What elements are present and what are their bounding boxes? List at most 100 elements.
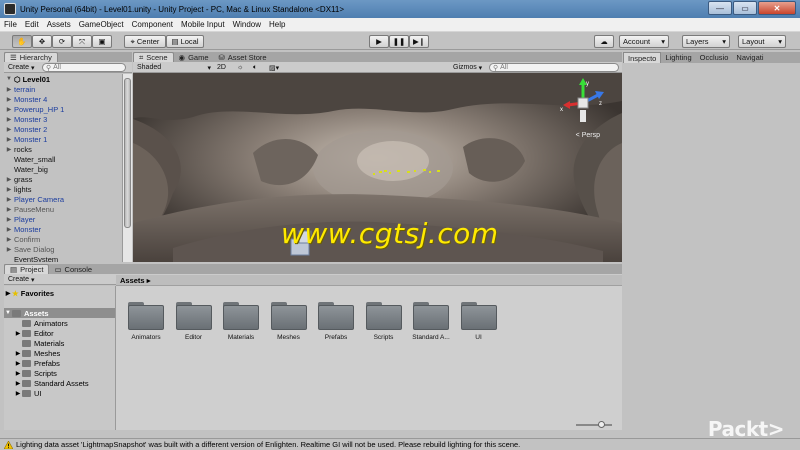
tab-project[interactable]: ▤ Project: [4, 264, 50, 274]
hierarchy-item[interactable]: EventSystem: [4, 254, 124, 263]
hierarchy-item[interactable]: ▶ Monster 1: [4, 134, 124, 144]
asset-folder-tile[interactable]: Scripts: [361, 300, 407, 341]
rect-tool-button[interactable]: ▣: [92, 35, 112, 48]
assets-root-row[interactable]: ▼ Assets: [4, 308, 115, 318]
menu-item-file[interactable]: File: [4, 20, 17, 29]
asset-folder-tile[interactable]: Materials: [218, 300, 264, 341]
tab-occlusio[interactable]: Occlusio: [696, 52, 733, 63]
expand-arrow-icon[interactable]: ▶: [4, 246, 14, 253]
favorites-row[interactable]: ▶ ★ Favorites: [4, 288, 115, 298]
folder-tree-item[interactable]: Materials: [4, 338, 115, 348]
asset-folder-tile[interactable]: Editor: [171, 300, 217, 341]
hierarchy-item[interactable]: ▶ rocks: [4, 144, 124, 154]
expand-arrow-icon[interactable]: ▼: [4, 310, 12, 316]
tab-lighting[interactable]: Lighting: [661, 52, 695, 63]
hierarchy-item[interactable]: ▶ Monster 4: [4, 94, 124, 104]
hierarchy-item[interactable]: ▶ Monster: [4, 224, 124, 234]
hierarchy-scrollbar[interactable]: [122, 74, 132, 262]
scene-audio-toggle[interactable]: 🔈︎: [253, 63, 257, 72]
expand-arrow-icon[interactable]: ▶: [4, 206, 14, 213]
scene-orientation-gizmo-icon[interactable]: y x z: [558, 77, 608, 129]
minimize-button[interactable]: —: [708, 1, 732, 15]
menu-item-window[interactable]: Window: [233, 20, 261, 29]
scene-search-input[interactable]: ⚲ All: [489, 63, 619, 72]
expand-arrow-icon[interactable]: ▶: [4, 236, 14, 243]
hierarchy-item[interactable]: ▶ grass: [4, 174, 124, 184]
folder-tree-item[interactable]: ▶ Standard Assets: [4, 378, 115, 388]
scene-viewport[interactable]: www.cgtsj.com y x z < Persp: [133, 73, 622, 262]
projection-label[interactable]: < Persp: [576, 132, 600, 139]
play-button[interactable]: ▶: [369, 35, 389, 48]
menu-item-edit[interactable]: Edit: [25, 20, 39, 29]
folder-tree-item[interactable]: ▶ Meshes: [4, 348, 115, 358]
layout-dropdown[interactable]: Layout ▾: [738, 35, 786, 48]
layers-dropdown[interactable]: Layers ▾: [682, 35, 730, 48]
asset-folder-tile[interactable]: UI: [456, 300, 502, 341]
menu-item-assets[interactable]: Assets: [47, 20, 71, 29]
expand-arrow-icon[interactable]: ▶: [4, 136, 14, 143]
expand-arrow-icon[interactable]: ▶: [4, 86, 14, 93]
hierarchy-item[interactable]: ▶ PauseMenu: [4, 204, 124, 214]
tab-console[interactable]: ▭ Console: [49, 264, 97, 274]
expand-arrow-icon[interactable]: ▶: [4, 186, 14, 193]
expand-arrow-icon[interactable]: ▶: [4, 290, 12, 297]
folder-tree-item[interactable]: ▶ UI: [4, 388, 115, 398]
close-button[interactable]: ✕: [758, 1, 796, 15]
menu-item-gameobject[interactable]: GameObject: [79, 20, 124, 29]
scene-lighting-toggle[interactable]: ☼: [237, 63, 243, 72]
hierarchy-create-button[interactable]: Create ▾: [8, 63, 34, 72]
expand-arrow-icon[interactable]: ▶: [4, 226, 14, 233]
hierarchy-item[interactable]: Water_small: [4, 154, 124, 164]
expand-arrow-icon[interactable]: ▶: [14, 330, 22, 337]
expand-arrow-icon[interactable]: ▶: [14, 380, 22, 387]
pause-button[interactable]: ❚❚: [389, 35, 409, 48]
expand-arrow-icon[interactable]: ▶: [4, 116, 14, 123]
rotate-tool-button[interactable]: ⟳: [52, 35, 72, 48]
folder-tree-item[interactable]: ▶ Prefabs: [4, 358, 115, 368]
shading-mode-dropdown[interactable]: Shaded ▾: [137, 63, 211, 72]
hierarchy-item[interactable]: Water_big: [4, 164, 124, 174]
hierarchy-item[interactable]: ▶ Save Dialog: [4, 244, 124, 254]
hierarchy-item[interactable]: ▶ Player Camera: [4, 194, 124, 204]
scene-effects-dropdown[interactable]: ▨ ▾: [269, 63, 279, 72]
status-bar[interactable]: Lighting data asset 'LightmapSnapshot' w…: [0, 438, 800, 450]
pivot-center-toggle[interactable]: ⌖ Center: [124, 35, 166, 48]
expand-arrow-icon[interactable]: ▶: [4, 196, 14, 203]
expand-arrow-icon[interactable]: ▶: [4, 106, 14, 113]
expand-arrow-icon[interactable]: ▶: [4, 96, 14, 103]
icon-size-slider[interactable]: [576, 421, 612, 428]
step-button[interactable]: ▶❙: [409, 35, 429, 48]
expand-arrow-icon[interactable]: ▶: [14, 390, 22, 397]
tab-inspecto[interactable]: Inspecto: [623, 52, 662, 63]
asset-folder-tile[interactable]: Animators: [123, 300, 169, 341]
hierarchy-scroll-thumb[interactable]: [124, 78, 131, 228]
cloud-button[interactable]: ☁: [594, 35, 614, 48]
folder-tree-item[interactable]: Animators: [4, 318, 115, 328]
expand-arrow-icon[interactable]: ▶: [14, 350, 22, 357]
expand-arrow-icon[interactable]: ▶: [4, 176, 14, 183]
space-local-toggle[interactable]: ▤ Local: [166, 35, 204, 48]
menu-item-help[interactable]: Help: [269, 20, 285, 29]
tab-navigati[interactable]: Navigati: [732, 52, 767, 63]
expand-arrow-icon[interactable]: ▶: [4, 146, 14, 153]
expand-arrow-icon[interactable]: ▶: [4, 126, 14, 133]
tab-game[interactable]: ◉ Game: [174, 52, 214, 62]
tab-hierarchy[interactable]: ☰ Hierarchy: [4, 52, 58, 62]
scale-tool-button[interactable]: ⤧: [72, 35, 92, 48]
tab-asset-store[interactable]: ⛁ Asset Store: [214, 52, 272, 62]
hierarchy-item[interactable]: ▶ terrain: [4, 84, 124, 94]
breadcrumb-assets[interactable]: Assets: [120, 276, 145, 285]
expand-arrow-icon[interactable]: ▶: [14, 370, 22, 377]
hand-tool-button[interactable]: ✋: [12, 35, 32, 48]
expand-arrow-icon[interactable]: ▶: [4, 216, 14, 223]
hierarchy-item[interactable]: ▶ lights: [4, 184, 124, 194]
icon-size-slider-thumb[interactable]: [598, 421, 605, 428]
project-create-button[interactable]: Create ▾: [8, 275, 34, 284]
gizmos-dropdown[interactable]: Gizmos ▾: [453, 63, 482, 72]
menu-item-mobile-input[interactable]: Mobile Input: [181, 20, 225, 29]
tab-scene[interactable]: ⌗ Scene: [133, 52, 174, 62]
scene-root-row[interactable]: ▼ ⬡ Level01: [4, 74, 124, 84]
asset-folder-tile[interactable]: Prefabs: [313, 300, 359, 341]
expand-arrow-icon[interactable]: ▶: [14, 360, 22, 367]
asset-folder-tile[interactable]: Meshes: [266, 300, 312, 341]
